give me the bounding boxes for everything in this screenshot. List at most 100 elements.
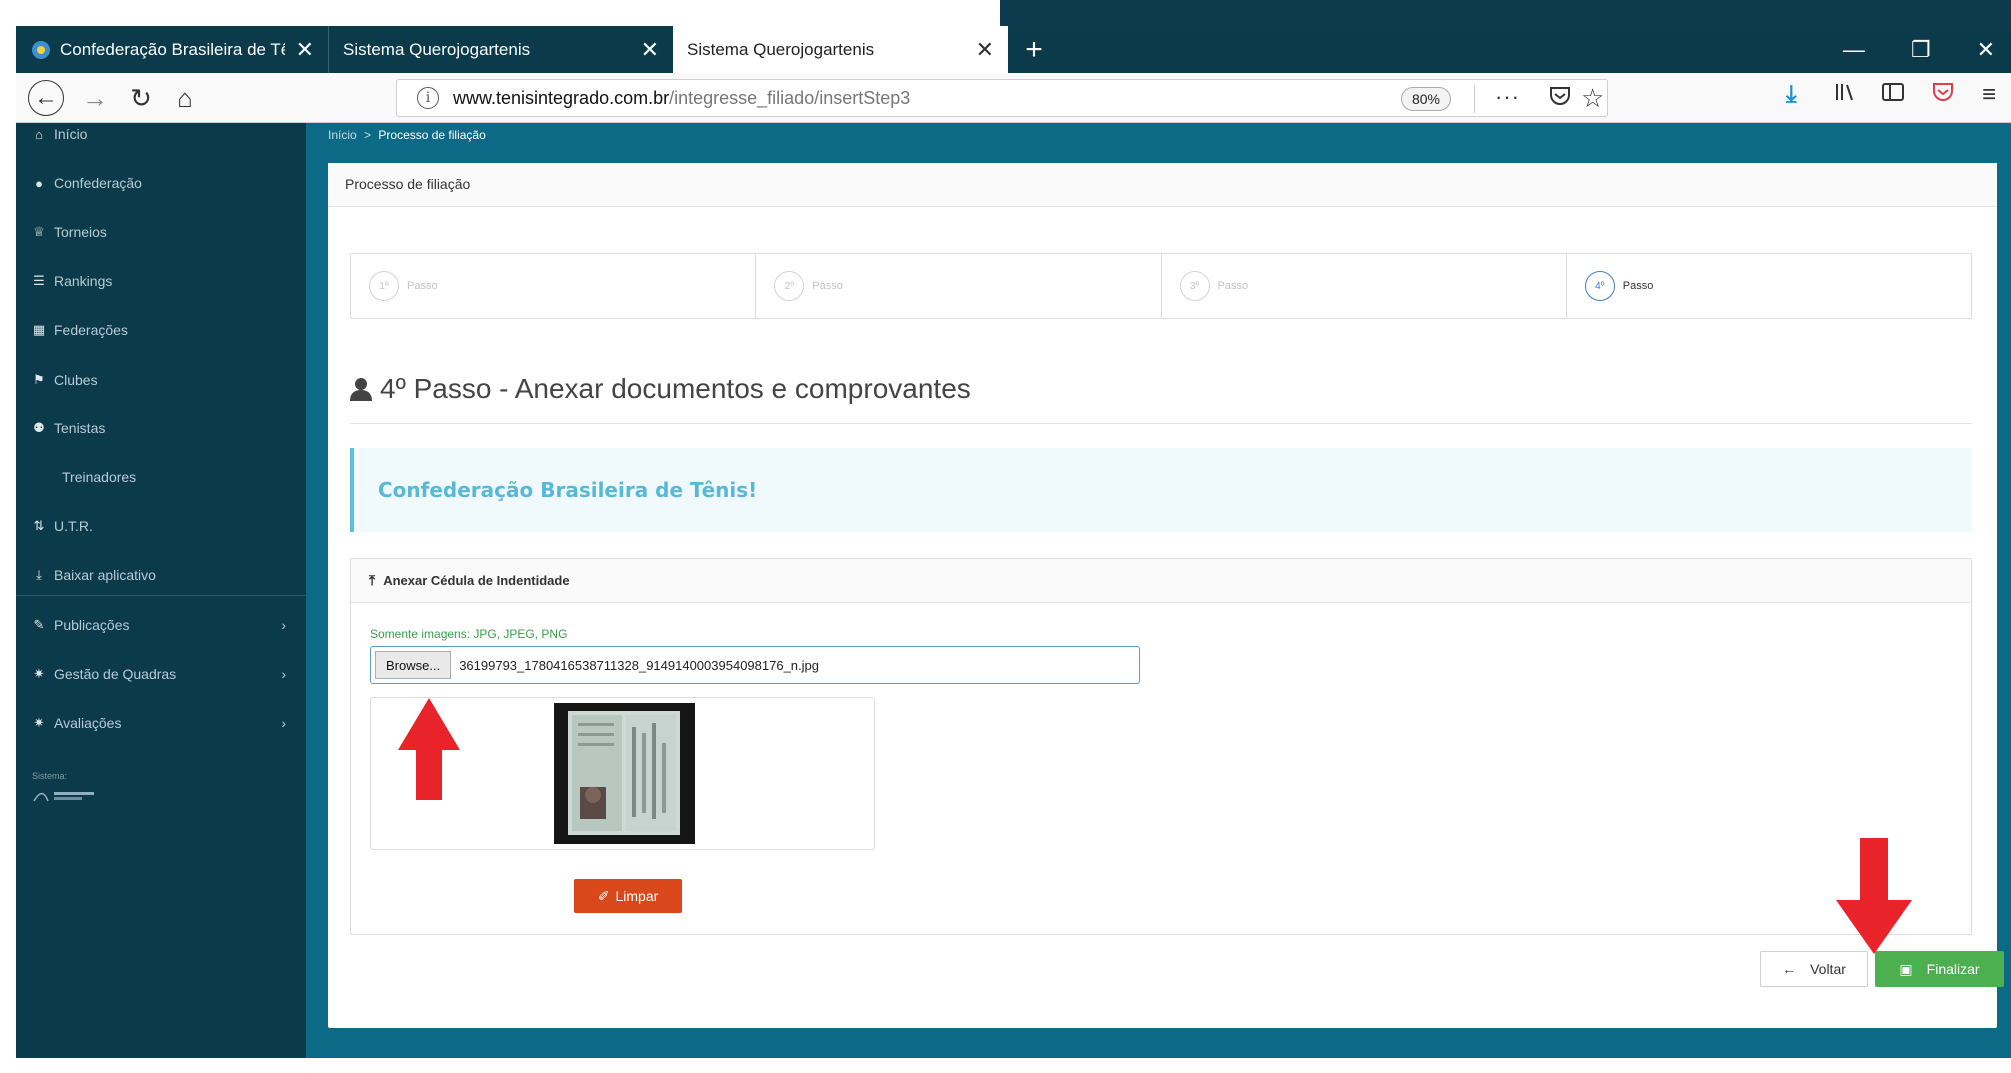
- sidebar-item-baixar-aplicativo[interactable]: ⤓ Baixar aplicativo: [16, 550, 306, 600]
- site-info-icon[interactable]: i: [417, 87, 439, 109]
- restore-icon[interactable]: ❐: [1911, 37, 1931, 63]
- page-viewport: ⌂ Início ● Confederação ♕ Torneios ☰ Ranking…: [16, 123, 2011, 1058]
- sidebar-item-gestao-de-quadras[interactable]: ✷ Gestão de Quadras ›: [16, 649, 306, 699]
- step-label: Passo: [1622, 280, 1654, 292]
- sidebar-item-tenistas[interactable]: ⚉ Tenistas: [16, 403, 306, 453]
- divider: [16, 595, 306, 596]
- sidebar-item-utr[interactable]: ⇅ U.T.R.: [16, 501, 306, 551]
- home-icon: ⌂: [35, 126, 43, 142]
- sidebar-item-label: Rankings: [54, 273, 113, 289]
- breadcrumb-separator: >: [364, 128, 372, 142]
- sidebar-item-label: Avaliações: [54, 715, 122, 731]
- step-2: 2º Passo: [756, 254, 1162, 318]
- sidebar-item-label: Baixar aplicativo: [54, 567, 156, 583]
- section-title-text: 4º Passo - Anexar documentos e comprovan…: [380, 373, 971, 404]
- sidebar-item-label: U.T.R.: [54, 518, 93, 534]
- step-label: Passo: [812, 280, 843, 292]
- divider: [350, 423, 1972, 424]
- back-button-label: Voltar: [1810, 961, 1846, 977]
- new-tab-icon[interactable]: +: [1008, 26, 1060, 73]
- chevron-right-icon: ›: [281, 617, 286, 633]
- download-icon: ⤓: [36, 567, 42, 582]
- browser-nav-bar: ← → ↻ ⌂ i www.tenisintegrado.com.br/inte…: [16, 73, 2011, 123]
- sidebar-item-rankings[interactable]: ☰ Rankings: [16, 256, 306, 306]
- browser-tab-1[interactable]: Confederação Brasileira de Tênis ✕: [16, 26, 328, 73]
- upload-panel-header: ⤒ Anexar Cédula de Indentidade: [351, 559, 1971, 603]
- url-text[interactable]: www.tenisintegrado.com.br/integresse_fil…: [453, 88, 910, 109]
- clear-button[interactable]: ✐ Limpar: [574, 879, 682, 913]
- finish-button[interactable]: ▣ Finalizar: [1875, 951, 2004, 987]
- sidebar-item-label: Confederação: [54, 175, 142, 191]
- upload-icon: ⤒: [369, 572, 376, 588]
- step-number: 2º: [774, 271, 805, 301]
- sidebar-item-publicacoes[interactable]: ✎ Publicações ›: [16, 600, 306, 650]
- file-input[interactable]: Browse... 36199793_1780416538711328_9149…: [370, 646, 1140, 684]
- upload-title: Anexar Cédula de Indentidade: [383, 573, 570, 588]
- system-logo: [33, 792, 94, 802]
- tab-title: Confederação Brasileira de Tênis: [60, 39, 285, 59]
- id-card-preview-image: [554, 703, 695, 844]
- download-icon[interactable]: ⤓: [1786, 81, 1797, 109]
- close-tab-icon[interactable]: ✕: [296, 37, 314, 63]
- card-header: Processo de filiação: [328, 163, 1997, 207]
- sidebar-item-treinadores[interactable]: Treinadores: [16, 452, 306, 502]
- sidebar-nav: ⌂ Início ● Confederação ♕ Torneios ☰ Ranking…: [16, 123, 306, 1058]
- sidebar-item-torneios[interactable]: ♕ Torneios: [16, 207, 306, 257]
- browse-button[interactable]: Browse...: [375, 651, 452, 679]
- sidebar-item-clubes[interactable]: ⚑ Clubes: [16, 355, 306, 405]
- annotation-arrow-down-icon: [1836, 838, 1912, 954]
- library-icon[interactable]: [1834, 81, 1856, 110]
- step-indicator: 1º Passo 2º Passo 3º Passo 4º Passo: [350, 253, 1972, 319]
- step-number: 1º: [369, 271, 399, 301]
- pocket-icon[interactable]: [1549, 86, 1571, 112]
- address-bar[interactable]: i www.tenisintegrado.com.br/integresse_f…: [396, 79, 1608, 117]
- step-4-active: 4º Passo: [1567, 254, 1971, 318]
- pocket-saved-icon[interactable]: [1932, 81, 1954, 109]
- breadcrumb-current: Processo de filiação: [378, 128, 486, 142]
- browser-tab-2[interactable]: Sistema Querojogartenis ✕: [328, 26, 673, 73]
- chevron-right-icon: ›: [281, 715, 286, 731]
- step-number: 4º: [1584, 271, 1615, 301]
- tab-title: Sistema Querojogartenis: [343, 39, 531, 59]
- system-label: Sistema:: [32, 771, 68, 781]
- breadcrumb-home-link[interactable]: Início: [328, 128, 357, 142]
- gear-icon: ✷: [33, 715, 45, 730]
- clear-button-label: Limpar: [615, 888, 659, 904]
- sidebar-item-confederacao[interactable]: ● Confederação: [16, 158, 306, 208]
- sidebar-item-label: Tenistas: [54, 420, 106, 436]
- step-3: 3º Passo: [1162, 254, 1567, 318]
- browser-tab-bar: Confederação Brasileira de Tênis ✕ Siste…: [16, 26, 2011, 73]
- sidebar-item-federacoes[interactable]: ▦ Federações: [16, 305, 306, 355]
- sidebar-item-inicio[interactable]: ⌂ Início: [16, 109, 306, 159]
- sidebar-item-label: Gestão de Quadras: [54, 666, 177, 682]
- window-controls: — ❐ ✕: [1843, 26, 2011, 73]
- minimize-icon[interactable]: —: [1843, 37, 1865, 63]
- step-label: Passo: [407, 280, 438, 292]
- browser-tab-3-active[interactable]: Sistema Querojogartenis ✕: [673, 26, 1008, 73]
- tab-title: Sistema Querojogartenis: [687, 39, 875, 59]
- sort-icon: ⇅: [33, 518, 45, 533]
- sidebar-toggle-icon[interactable]: [1882, 81, 1904, 109]
- sidebar-item-avaliacoes[interactable]: ✷ Avaliações ›: [16, 698, 306, 748]
- close-tab-icon[interactable]: ✕: [641, 37, 659, 63]
- sidebar-item-label: Início: [54, 126, 88, 142]
- zoom-level-badge[interactable]: 80%: [1401, 87, 1451, 111]
- url-domain: www.tenisintegrado.com.br: [453, 87, 670, 108]
- back-button[interactable]: ← Voltar: [1760, 951, 1868, 987]
- users-icon: ⚉: [33, 420, 45, 435]
- sidebar-item-label: Federações: [54, 322, 128, 338]
- bookmark-star-icon[interactable]: ☆: [1581, 83, 1604, 114]
- gear-icon: ✷: [33, 666, 45, 681]
- hamburger-menu-icon[interactable]: ≡: [1982, 81, 1996, 109]
- sidebar-item-label: Treinadores: [62, 469, 137, 485]
- favicon-icon: [30, 39, 52, 61]
- chevron-right-icon: ›: [281, 666, 286, 682]
- breadcrumb: Início > Processo de filiação: [328, 128, 486, 142]
- page-actions-icon[interactable]: ···: [1495, 84, 1520, 110]
- list-icon: ☰: [33, 273, 45, 288]
- selected-file-name: 36199793_1780416538711328_91491400039540…: [459, 657, 819, 673]
- flag-icon: ⚑: [33, 372, 45, 387]
- close-tab-icon[interactable]: ✕: [976, 37, 994, 63]
- content-card: Processo de filiação 1º Passo 2º Passo 3º P…: [328, 163, 2004, 1028]
- close-window-icon[interactable]: ✕: [1977, 37, 1995, 63]
